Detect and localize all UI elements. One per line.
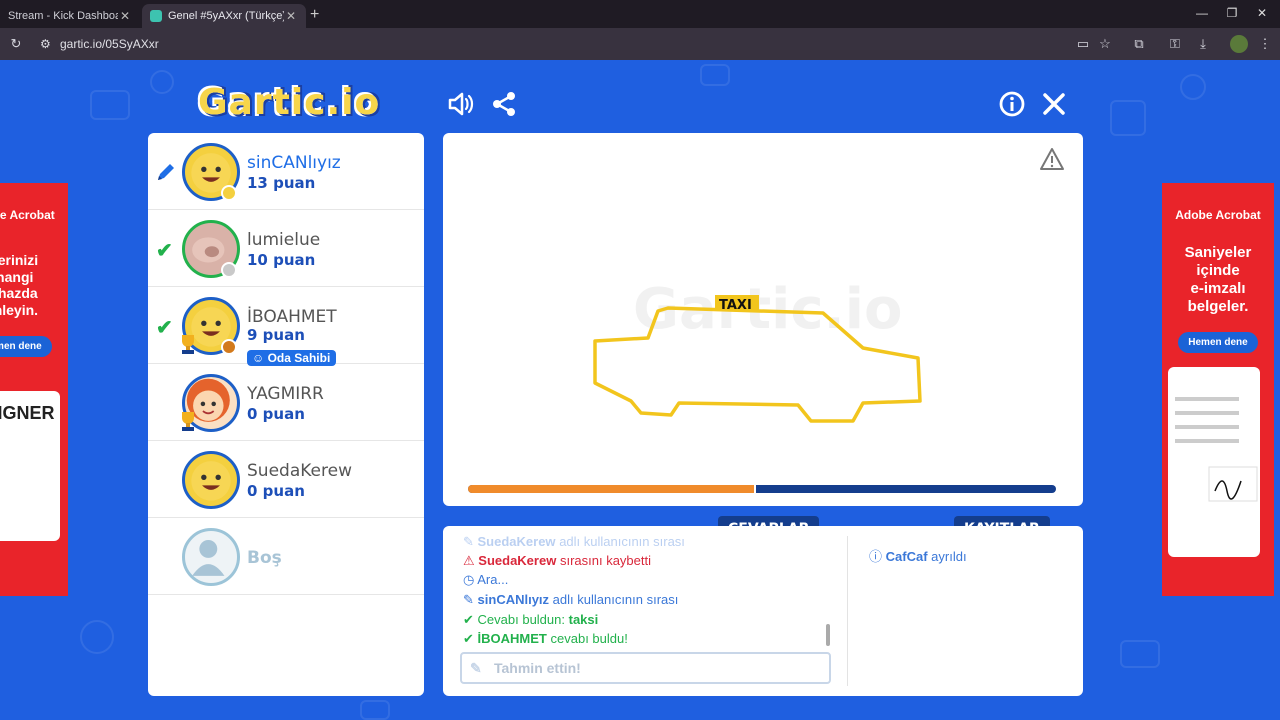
right-advertisement[interactable]: Adobe Acrobat Saniyeler içinde e-imzalı … bbox=[1162, 183, 1274, 596]
ad-document-image bbox=[1168, 367, 1260, 558]
browser-tab-gartic[interactable]: Genel #5yAXxr (Türkçe) - Gartic ✕ bbox=[142, 4, 306, 28]
chat-message: ◷ Ara... bbox=[463, 572, 509, 587]
new-tab-icon[interactable]: + bbox=[310, 6, 319, 24]
left-advertisement[interactable]: Adobe Acrobat f'lerinizi rhangi cihazda … bbox=[0, 183, 68, 596]
check-icon: ✔ bbox=[463, 631, 474, 646]
address-bar[interactable]: ⚙ gartic.io/05SyAXxr bbox=[36, 33, 1096, 55]
chat-message: ✔ Cevabı buldun: taksi bbox=[463, 612, 599, 627]
check-icon: ✔ bbox=[156, 240, 173, 262]
tab-title: Stream - Kick Dashboard bbox=[8, 10, 118, 22]
download-icon[interactable]: ⤓ bbox=[1194, 35, 1212, 53]
chat-message: ✔ İBOAHMET cevabı buldu! bbox=[463, 631, 628, 646]
ad-line: belgeler. bbox=[1187, 298, 1249, 316]
profile-avatar[interactable] bbox=[1230, 35, 1248, 53]
gartic-logo: Gartic.io bbox=[198, 82, 381, 123]
info-icon: ⓘ bbox=[869, 549, 883, 564]
player-points: 0 puan bbox=[247, 405, 305, 423]
player-row[interactable]: SuedaKerew 0 puan bbox=[148, 441, 424, 518]
player-row[interactable]: sinCANlıyız 13 puan bbox=[148, 133, 424, 210]
player-points: 0 puan bbox=[247, 482, 305, 500]
share-icon[interactable] bbox=[490, 90, 518, 118]
avatar bbox=[182, 451, 240, 509]
player-name: SuedaKerew bbox=[247, 461, 352, 481]
browser-tab-strip: Stream - Kick Dashboard ✕ Genel #5yAXxr … bbox=[0, 0, 1280, 28]
tab-title: Genel #5yAXxr (Türkçe) - Gartic bbox=[168, 10, 284, 22]
window-close-icon[interactable]: ✕ bbox=[1252, 6, 1272, 20]
sound-icon[interactable] bbox=[447, 90, 475, 118]
player-points: 13 puan bbox=[247, 174, 316, 192]
status-dot bbox=[221, 339, 237, 355]
taxi-sign-label: TAXI bbox=[719, 298, 752, 313]
ad-banner: SIGNER bbox=[0, 391, 60, 542]
empty-avatar-icon bbox=[182, 528, 240, 586]
status-dot bbox=[221, 262, 237, 278]
check-icon: ✔ bbox=[463, 612, 474, 627]
trophy-icon bbox=[182, 335, 194, 354]
player-points: 10 puan bbox=[247, 251, 316, 269]
ad-line: e-imzalı bbox=[1190, 280, 1246, 298]
round-timer-fill bbox=[468, 485, 757, 493]
round-timer-bar bbox=[468, 485, 1056, 493]
player-row[interactable]: YAGMIRR 0 puan bbox=[148, 364, 424, 441]
check-icon: ✔ bbox=[156, 317, 173, 339]
guess-input[interactable]: ✎ Tahmin ettin! bbox=[460, 652, 831, 684]
menu-kebab-icon[interactable]: ⋮ bbox=[1256, 35, 1274, 53]
player-row[interactable]: ✔ lumielue 10 puan bbox=[148, 210, 424, 287]
browser-toolbar: ↻ ⚙ gartic.io/05SyAXxr ▭ ☆ ⧉ ⚿ ⤓ ⋮ bbox=[0, 28, 1280, 60]
taxi-drawing: Gartic.io TAXI bbox=[593, 277, 922, 423]
player-name: lumielue bbox=[247, 230, 321, 250]
gartic-favicon bbox=[150, 10, 162, 22]
empty-slot: Boş bbox=[148, 518, 424, 595]
warning-icon: ⚠ bbox=[463, 553, 475, 568]
chat-scrollbar[interactable] bbox=[826, 624, 830, 646]
player-row[interactable]: ✔ İBOAHMET 9 puan ☺ Oda Sahibi bbox=[148, 287, 424, 366]
extensions-icon[interactable]: ⧉ bbox=[1130, 35, 1148, 53]
ad-cta-button[interactable]: Hemen dene bbox=[1178, 332, 1258, 354]
chat-message: ✎ sinCANlıyız adlı kullanıcının sırası bbox=[463, 592, 679, 607]
player-name: YAGMIRR bbox=[247, 384, 324, 404]
guess-placeholder: Tahmin ettin! bbox=[494, 660, 581, 676]
chat-panel: ✎ SuedaKerew adlı kullanıcının sırası ⚠ … bbox=[443, 526, 1083, 696]
info-icon[interactable] bbox=[998, 90, 1026, 118]
reload-icon[interactable]: ↻ bbox=[7, 35, 25, 53]
empty-slot-label: Boş bbox=[247, 548, 282, 568]
players-panel: sinCANlıyız 13 puan ✔ lumielue 10 puan ✔… bbox=[148, 133, 424, 696]
chat-message: ✎ SuedaKerew adlı kullanıcının sırası bbox=[463, 534, 685, 549]
player-points: 9 puan bbox=[247, 326, 305, 344]
password-key-icon[interactable]: ⚿ bbox=[1166, 35, 1184, 53]
ad-line: f'lerinizi bbox=[0, 252, 39, 269]
player-name: sinCANlıyız bbox=[247, 153, 341, 173]
close-icon[interactable]: ✕ bbox=[118, 9, 132, 23]
chat-message: ⚠ SuedaKerew sırasını kaybetti bbox=[463, 553, 651, 568]
player-name: İBOAHMET bbox=[247, 307, 337, 327]
ad-line: rhangi bbox=[0, 268, 34, 285]
clock-icon: ◷ bbox=[463, 572, 475, 587]
chat-divider bbox=[847, 536, 848, 686]
close-icon[interactable]: ✕ bbox=[284, 9, 298, 23]
site-info-icon[interactable]: ⚙ bbox=[40, 33, 51, 55]
pencil-icon: ✎ bbox=[470, 660, 482, 676]
room-owner-label: Oda Sahibi bbox=[267, 351, 331, 365]
drawing-canvas[interactable]: Gartic.io TAXI bbox=[443, 133, 1083, 506]
ad-line: Saniyeler bbox=[1184, 244, 1252, 262]
exit-close-icon[interactable] bbox=[1040, 90, 1068, 118]
maximize-icon[interactable]: ❐ bbox=[1222, 6, 1242, 20]
ad-cta-button[interactable]: Hemen dene bbox=[0, 336, 52, 358]
minimize-icon[interactable]: — bbox=[1192, 6, 1212, 20]
pencil-icon bbox=[158, 164, 174, 180]
ad-line: cihazda bbox=[0, 285, 38, 302]
url-text: gartic.io/05SyAXxr bbox=[60, 37, 159, 51]
pencil-icon: ✎ bbox=[463, 592, 474, 607]
ad-line: enleyin. bbox=[0, 301, 39, 318]
trophy-icon bbox=[182, 412, 194, 431]
browser-tab-kick[interactable]: Stream - Kick Dashboard ✕ bbox=[0, 4, 140, 28]
ad-brand: Adobe Acrobat bbox=[0, 208, 55, 222]
ad-line: içinde bbox=[1196, 262, 1240, 280]
ad-brand: Adobe Acrobat bbox=[1175, 208, 1261, 222]
bookmark-star-icon[interactable]: ☆ bbox=[1096, 35, 1114, 53]
status-dot bbox=[221, 185, 237, 201]
log-message: ⓘ CafCaf ayrıldı bbox=[869, 549, 967, 564]
cast-icon[interactable]: ▭ bbox=[1074, 35, 1092, 53]
